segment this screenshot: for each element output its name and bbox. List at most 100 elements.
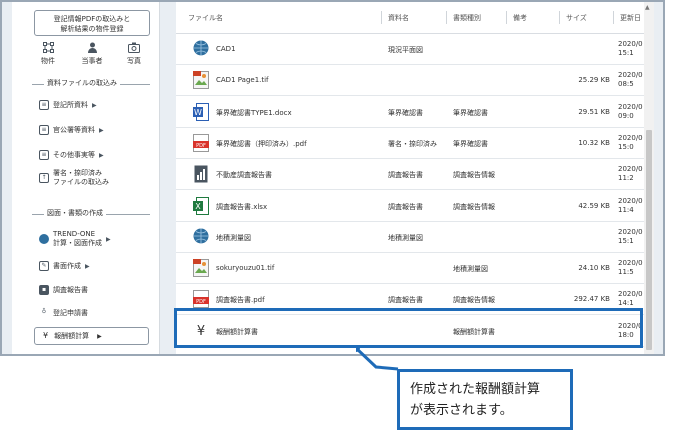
menu-signed-file-import[interactable]: ↑ 署名・捺印済み ファイルの取込み — [39, 169, 157, 187]
menu-other-facts-label: その他事実等 — [53, 151, 95, 159]
updated-line: 2020/0 — [618, 102, 643, 111]
material-cell: 調査報告書 — [388, 202, 423, 211]
updated-line: 11:5 — [618, 268, 634, 277]
file-name-cell: CAD1 Page1.tif — [216, 76, 269, 85]
document-icon: ≡ — [39, 125, 49, 135]
photo-label: 写真 — [127, 57, 141, 65]
sidebar: 登記情報PDFの取込みと 解析結果の物件登録 物件 当事者 写真 資料ファイルの… — [12, 2, 160, 354]
excel-icon: X — [193, 196, 209, 215]
header-doc-type[interactable]: 書類種別 — [453, 13, 481, 23]
updated-line: 2020/0 — [618, 40, 643, 48]
party-label: 当事者 — [81, 57, 103, 65]
size-cell: 10.32 KB — [578, 138, 610, 147]
party-button[interactable]: 当事者 — [74, 42, 110, 66]
globe-icon — [39, 234, 49, 244]
updated-cell: 2020/0 15:0 — [618, 134, 643, 152]
section-drawing-creation: 図面・書類の作成 — [12, 208, 160, 220]
cad-globe-icon — [193, 228, 209, 246]
word-icon: W — [193, 102, 209, 121]
header-updated[interactable]: 更新日 — [620, 13, 641, 23]
menu-registration-application[interactable]: ♁ 登記申請書 — [39, 308, 157, 318]
updated-line: 09:0 — [618, 111, 634, 120]
scroll-up-icon[interactable]: ▲ — [645, 4, 650, 11]
doc-type-cell: 調査報告情報 — [453, 202, 495, 211]
pdf-icon: PDF — [193, 290, 209, 309]
menu-trend-one[interactable]: TREND-ONE 計算・図面作成 ▶ — [39, 230, 157, 248]
table-row[interactable]: CAD1 Page1.tif 25.29 KB 2020/0 08:5 — [176, 65, 644, 97]
file-name-cell: 調査報告書.xlsx — [216, 202, 268, 211]
yen-icon: ¥ — [43, 331, 49, 340]
pdf-icon: PDF — [193, 133, 209, 152]
camera-icon — [116, 42, 152, 53]
updated-line: 2020/0 — [618, 133, 643, 142]
fee-calculation-button[interactable]: ¥ 報酬額計算 ▶ — [34, 327, 149, 345]
callout-line1: 作成された報酬額計算 — [410, 382, 541, 397]
updated-cell: 2020/0 08:5 — [618, 71, 643, 89]
vertical-scrollbar[interactable]: ▲ — [644, 2, 654, 354]
file-name-cell: 筆界確認書（押印済み）.pdf — [216, 139, 307, 148]
section-drawing-creation-title: 図面・書類の作成 — [44, 208, 106, 218]
file-name-cell: 不動産調査報告書 — [216, 171, 272, 180]
table-row[interactable]: 地積測量図 地積測量図 2020/0 15:1 — [176, 222, 644, 253]
import-button-line2: 解析結果の物件登録 — [60, 25, 124, 33]
report-icon: ▪ — [39, 285, 49, 295]
photo-button[interactable]: 写真 — [116, 42, 152, 66]
header-remarks[interactable]: 備考 — [513, 13, 527, 23]
property-button[interactable]: 物件 — [30, 42, 66, 66]
table-row[interactable]: PDF 筆界確認書（押印済み）.pdf 署名・捺印済み 筆界確認書 10.32 KB 20… — [176, 128, 644, 159]
seal-icon: ♁ — [41, 308, 47, 315]
import-registry-pdf-button[interactable]: 登記情報PDFの取込みと 解析結果の物件登録 — [34, 10, 150, 36]
upload-icon: ↑ — [39, 173, 49, 183]
material-cell: 筆界確認書 — [388, 108, 423, 117]
updated-line: 2020/0 — [618, 227, 643, 236]
svg-text:PDF: PDF — [196, 143, 206, 149]
updated-line: 11:2 — [618, 174, 634, 183]
doc-type-cell: 筆界確認書 — [453, 139, 488, 148]
doc-type-cell: 筆界確認書 — [453, 108, 488, 117]
import-button-line1: 登記情報PDFの取込みと — [53, 15, 131, 23]
header-material[interactable]: 資料名 — [388, 13, 409, 23]
updated-cell: 2020/0 14:1 — [618, 290, 643, 308]
updated-cell: 2020/0 15:1 — [618, 228, 643, 246]
header-size[interactable]: サイズ — [566, 13, 587, 23]
updated-cell: 2020/0 11:4 — [618, 197, 643, 215]
fee-calculation-label: 報酬額計算 — [54, 332, 90, 340]
size-cell: 25.29 KB — [578, 76, 610, 85]
file-name-cell: CAD1 — [216, 45, 236, 53]
updated-cell: 2020/0 15:1 — [618, 40, 643, 58]
updated-cell: 2020/0 11:2 — [618, 165, 643, 183]
table-row[interactable]: W 筆界確認書TYPE1.docx 筆界確認書 筆界確認書 29.51 KB 2020/0… — [176, 97, 644, 128]
file-name-cell: 筆界確認書TYPE1.docx — [216, 108, 292, 117]
svg-text:W: W — [194, 108, 202, 117]
size-cell: 24.10 KB — [578, 264, 610, 273]
file-table: ファイル名 資料名 書類種別 備考 サイズ 更新日 CAD1 現況平面図 2020/… — [176, 2, 644, 354]
cad-globe-icon — [193, 40, 209, 58]
menu-document-creation[interactable]: ✎ 書面作成 ▶ — [39, 261, 157, 271]
table-row[interactable]: 不動産調査報告書 調査報告書 調査報告情報 2020/0 11:2 — [176, 159, 644, 191]
menu-registry-docs[interactable]: ≡ 登記所資料 ▶ — [39, 100, 157, 110]
material-cell: 調査報告書 — [388, 171, 423, 180]
updated-line: 15:0 — [618, 142, 634, 151]
chevron-right-icon: ▶ — [92, 102, 97, 109]
svg-text:PDF: PDF — [196, 299, 206, 305]
table-row[interactable]: CAD1 現況平面図 2020/0 15:1 — [176, 34, 644, 65]
tif-image-icon — [193, 259, 209, 278]
menu-registry-docs-label: 登記所資料 — [53, 101, 88, 109]
menu-signed-line1: 署名・捺印済み — [53, 169, 102, 177]
person-icon — [74, 42, 110, 53]
table-row[interactable]: X 調査報告書.xlsx 調査報告書 調査報告情報 42.59 KB 2020/0 11:4 — [176, 191, 644, 222]
updated-cell: 2020/0 11:5 — [618, 259, 643, 277]
document-icon: ≡ — [39, 100, 49, 110]
menu-survey-report[interactable]: ▪ 調査報告書 — [39, 285, 157, 295]
doc-type-cell: 調査報告情報 — [453, 171, 495, 180]
scrollbar-thumb[interactable] — [646, 130, 652, 350]
size-cell: 29.51 KB — [578, 107, 610, 116]
menu-public-office-docs[interactable]: ≡ 官公署等資料 ▶ — [39, 125, 157, 135]
size-cell: 292.47 KB — [573, 295, 610, 304]
updated-line: 2020/0 — [618, 71, 643, 80]
menu-other-facts[interactable]: ≡ その他事実等 ▶ — [39, 150, 157, 160]
svg-text:X: X — [195, 202, 201, 211]
updated-line: 2020/0 — [618, 196, 643, 205]
header-filename[interactable]: ファイル名 — [188, 13, 223, 23]
table-row[interactable]: sokuryouzu01.tif 地積測量図 24.10 KB 2020/0 11:5 — [176, 253, 644, 285]
